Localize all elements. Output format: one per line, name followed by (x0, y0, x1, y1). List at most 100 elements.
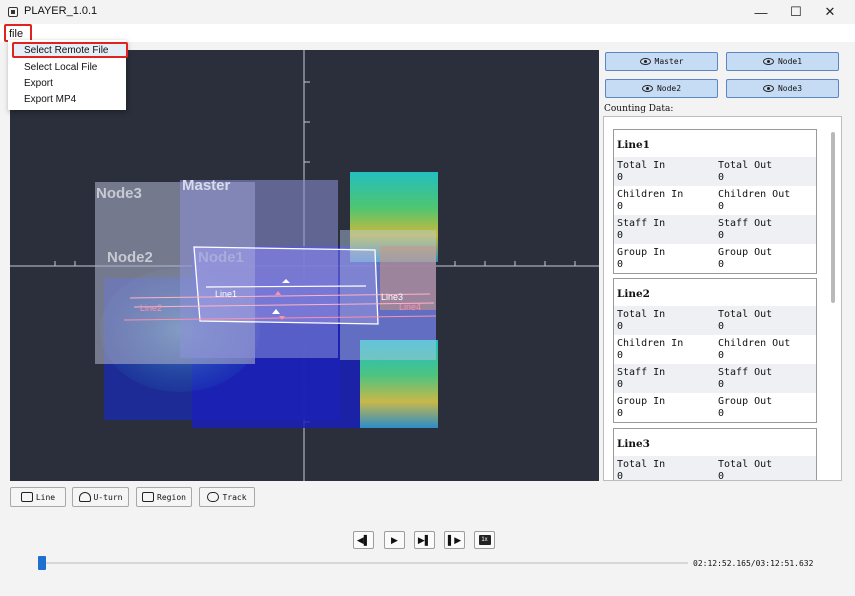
children-in-value: 0 (617, 201, 624, 212)
line3-label: Line3 (381, 292, 404, 302)
track-icon (207, 492, 220, 502)
master-view-label: Master (654, 57, 684, 66)
maximize-button[interactable]: ☐ (779, 0, 813, 24)
speed-button[interactable]: 1x (474, 531, 495, 549)
staff-in-value: 0 (617, 379, 624, 390)
counting-data-panel[interactable]: Line1 Total In 0 Total Out 0 Children In… (603, 116, 842, 481)
children-in-value: 0 (617, 350, 624, 361)
menu-item-select-remote-file[interactable]: Select Remote File (24, 45, 108, 56)
time-readout: 02:12:52.165/03:12:51.632 (693, 559, 814, 568)
line2-label: Line2 (140, 303, 163, 313)
staff-row: Staff In 0 Staff Out 0 (614, 364, 816, 393)
children-in-label: Children In (617, 338, 684, 349)
total-row: Total In 0 Total Out 0 (614, 306, 816, 335)
staff-in-label: Staff In (617, 218, 666, 229)
line-tool-label: Line (35, 492, 56, 502)
card-title: Line1 (617, 139, 650, 151)
node1-view-label: Node1 (777, 57, 803, 66)
minimize-button[interactable]: — (744, 0, 778, 24)
master-label: Master (182, 177, 231, 194)
menu-bar: file (0, 24, 855, 42)
line-tool-button[interactable]: Line (10, 487, 66, 507)
card-title: Line3 (617, 438, 650, 450)
total-row: Total In 0 Total Out 0 (614, 456, 816, 481)
next-frame-icon: ▶▌ (417, 534, 432, 545)
speed-badge: 1x (478, 535, 491, 545)
next-frame-button[interactable]: ▶▌ (414, 531, 435, 549)
counting-scrollbar[interactable] (831, 132, 835, 303)
eye-icon (762, 85, 774, 92)
step-back-button[interactable]: ◀▌ (353, 531, 374, 549)
node1-label: Node1 (198, 249, 244, 266)
pointcloud-viewport[interactable]: Master Node3 Node2 Node1 Line1 Line2 Lin… (10, 50, 599, 481)
total-out-value: 0 (718, 321, 725, 332)
timeline-track[interactable] (42, 562, 688, 564)
line1-card: Line1 Total In 0 Total Out 0 Children In… (613, 129, 817, 274)
total-in-value: 0 (617, 321, 624, 332)
total-out-label: Total Out (718, 459, 773, 470)
eye-icon (762, 58, 774, 65)
node2-view-button[interactable]: Node2 (605, 79, 718, 98)
total-out-label: Total Out (718, 309, 773, 320)
children-row: Children In 0 Children Out 0 (614, 335, 816, 364)
line2-card: Line2 Total In 0 Total Out 0 Children In… (613, 278, 817, 423)
group-out-label: Group Out (718, 396, 773, 407)
children-in-label: Children In (617, 189, 684, 200)
play-button[interactable]: ▶ (384, 531, 405, 549)
children-row: Children In 0 Children Out 0 (614, 186, 816, 215)
uturn-icon (78, 492, 91, 502)
staff-out-label: Staff Out (718, 367, 773, 378)
line3-card: Line3 Total In 0 Total Out 0 (613, 428, 817, 481)
menu-item-export-mp4[interactable]: Export MP4 (24, 94, 76, 105)
node3-view-button[interactable]: Node3 (726, 79, 839, 98)
node2-label: Node2 (107, 249, 153, 266)
region-icon (142, 492, 155, 502)
uturn-tool-label: U-turn (93, 492, 123, 502)
line1-label: Line1 (215, 289, 238, 299)
node1-view-button[interactable]: Node1 (726, 52, 839, 71)
staff-in-label: Staff In (617, 367, 666, 378)
group-out-value: 0 (718, 259, 725, 270)
total-row: Total In 0 Total Out 0 (614, 157, 816, 186)
node2-view-label: Node2 (656, 84, 682, 93)
play-icon: ▶ (391, 534, 398, 545)
group-row: Group In 0 Group Out 0 (614, 393, 816, 422)
group-in-value: 0 (617, 408, 624, 419)
title-bar: PLAYER_1.0.1 — ☐ ✕ (0, 0, 855, 24)
step-forward-button[interactable]: ▌▶ (444, 531, 465, 549)
total-out-value: 0 (718, 172, 725, 183)
app-icon (8, 7, 18, 17)
uturn-tool-button[interactable]: U-turn (72, 487, 129, 507)
total-in-value: 0 (617, 172, 624, 183)
node3-label: Node3 (96, 185, 142, 202)
group-row: Group In 0 Group Out 0 (614, 244, 816, 273)
total-in-label: Total In (617, 160, 666, 171)
group-in-value: 0 (617, 259, 624, 270)
card-title: Line2 (617, 288, 650, 300)
line-chart-icon (20, 492, 33, 502)
children-out-value: 0 (718, 350, 725, 361)
staff-row: Staff In 0 Staff Out 0 (614, 215, 816, 244)
track-tool-button[interactable]: Track (199, 487, 255, 507)
children-out-label: Children Out (718, 338, 791, 349)
viewport-scene (10, 50, 599, 481)
group-in-label: Group In (617, 247, 666, 258)
region-tool-label: Region (157, 492, 186, 502)
file-dropdown-menu: Select Remote File Select Local File Exp… (8, 40, 128, 110)
step-back-icon: ◀▌ (356, 534, 371, 545)
total-in-label: Total In (617, 309, 666, 320)
staff-in-value: 0 (617, 230, 624, 241)
close-button[interactable]: ✕ (813, 0, 847, 24)
total-out-label: Total Out (718, 160, 773, 171)
master-view-button[interactable]: Master (605, 52, 718, 71)
total-out-value: 0 (718, 471, 725, 481)
staff-out-value: 0 (718, 379, 725, 390)
timeline-handle[interactable] (38, 556, 46, 570)
line4-label: Line4 (399, 302, 422, 312)
counting-data-label: Counting Data: (604, 104, 674, 114)
step-forward-icon: ▌▶ (447, 534, 462, 545)
menu-item-export[interactable]: Export (24, 78, 53, 89)
menu-item-select-local-file[interactable]: Select Local File (24, 62, 97, 73)
region-tool-button[interactable]: Region (136, 487, 192, 507)
staff-out-label: Staff Out (718, 218, 773, 229)
